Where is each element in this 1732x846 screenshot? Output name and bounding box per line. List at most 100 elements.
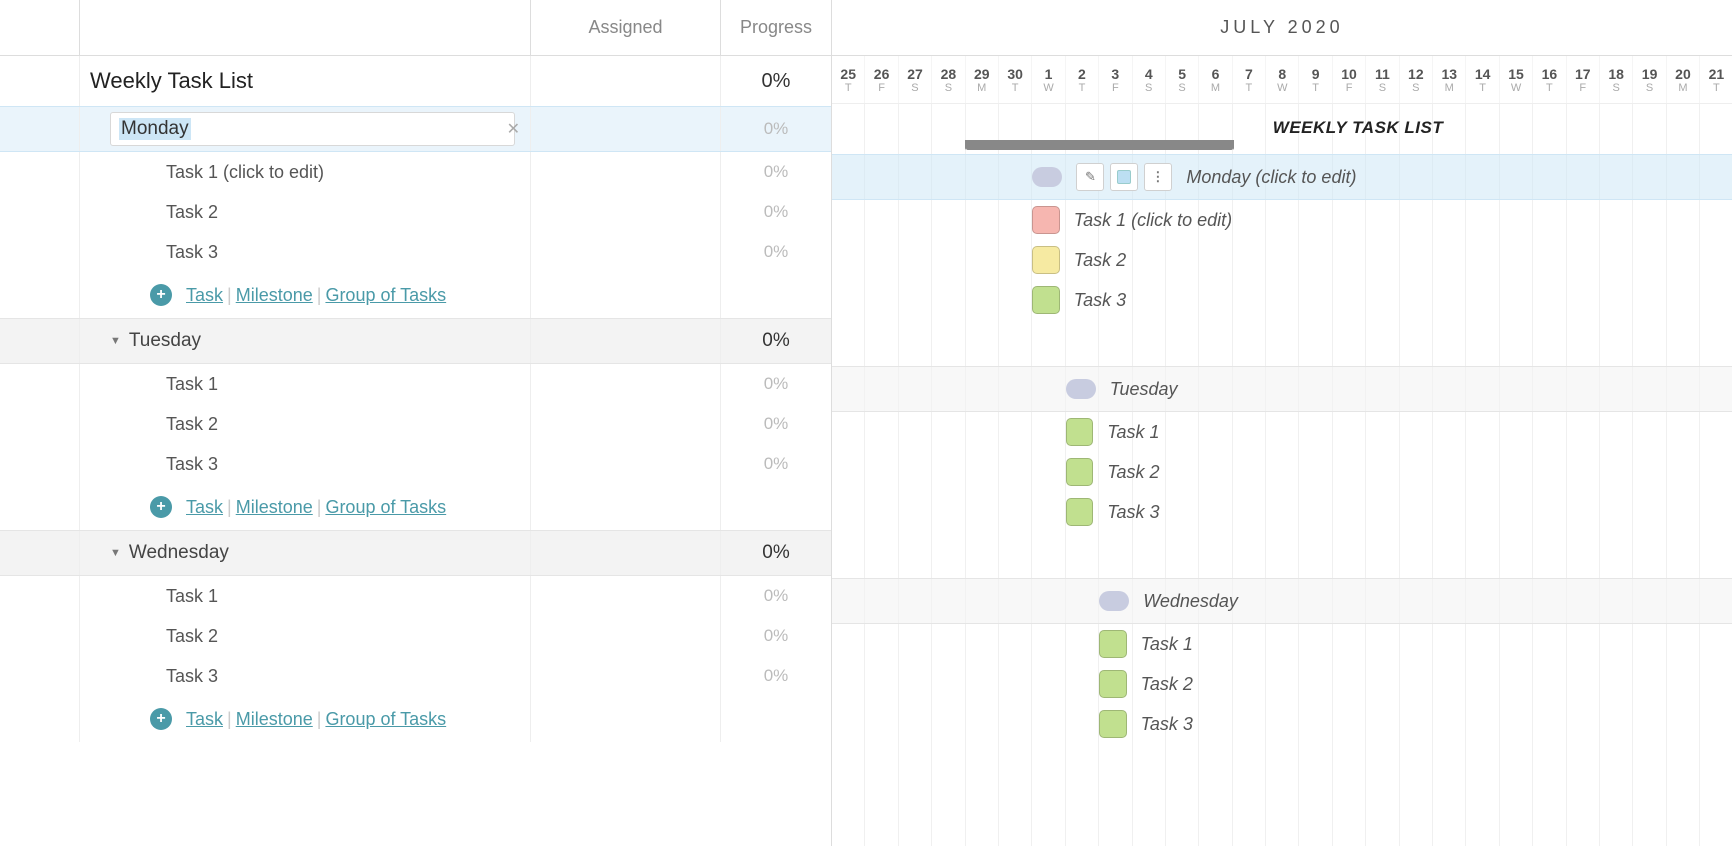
timeline-date-cell[interactable]: 25T bbox=[832, 56, 865, 103]
gantt-task-row[interactable]: Task 3 bbox=[832, 704, 1732, 744]
column-header-assigned[interactable]: Assigned bbox=[531, 0, 721, 55]
task-row[interactable]: Task 30% bbox=[0, 444, 831, 484]
pencil-icon[interactable]: ✎ bbox=[1076, 163, 1104, 191]
collapse-icon[interactable]: ▼ bbox=[110, 547, 121, 559]
task-progress: 0% bbox=[764, 374, 789, 394]
timeline-date-cell[interactable]: 3F bbox=[1099, 56, 1132, 103]
timeline-date-cell[interactable]: 14T bbox=[1466, 56, 1499, 103]
task-row[interactable]: Task 1 (click to edit)0% bbox=[0, 152, 831, 192]
plus-icon[interactable]: + bbox=[150, 708, 172, 730]
group-pill[interactable] bbox=[1032, 167, 1062, 187]
plus-icon[interactable]: + bbox=[150, 284, 172, 306]
timeline-date-cell[interactable]: 28S bbox=[932, 56, 965, 103]
task-progress: 0% bbox=[764, 162, 789, 182]
timeline-date-cell[interactable]: 19S bbox=[1633, 56, 1666, 103]
task-row[interactable]: Task 2 0% bbox=[0, 404, 831, 444]
timeline-date-cell[interactable]: 2T bbox=[1066, 56, 1099, 103]
timeline-date-cell[interactable]: 26F bbox=[865, 56, 898, 103]
timeline-date-cell[interactable]: 21T bbox=[1700, 56, 1732, 103]
gantt-task-row[interactable]: Task 1 (click to edit) bbox=[832, 200, 1732, 240]
group-pill[interactable] bbox=[1066, 379, 1096, 399]
timeline-date-cell[interactable]: 4S bbox=[1133, 56, 1166, 103]
plus-icon[interactable]: + bbox=[150, 496, 172, 518]
gantt-task-row[interactable]: Task 3 bbox=[832, 280, 1732, 320]
gantt-task-label: Task 3 bbox=[1107, 502, 1159, 523]
project-row[interactable]: Weekly Task List 0% bbox=[0, 56, 831, 106]
gantt-task-row[interactable]: Task 2 bbox=[832, 452, 1732, 492]
timeline-date-cell[interactable]: 7T bbox=[1233, 56, 1266, 103]
collapse-icon[interactable]: ▼ bbox=[110, 335, 121, 347]
gantt-task-row[interactable]: Task 1 bbox=[832, 624, 1732, 664]
gantt-bar[interactable] bbox=[1032, 206, 1059, 234]
more-icon[interactable]: ⋮ bbox=[1144, 163, 1172, 191]
add-milestone-link[interactable]: Milestone bbox=[236, 285, 313, 306]
timeline-date-cell[interactable]: 29M bbox=[966, 56, 999, 103]
group-row[interactable]: ▼Tuesday0% bbox=[0, 318, 831, 364]
task-name: Task 3 bbox=[166, 454, 218, 475]
gantt-bar[interactable] bbox=[1099, 710, 1126, 738]
task-row[interactable]: Task 30% bbox=[0, 656, 831, 696]
gantt-group-row[interactable]: ✎⋮Monday (click to edit) bbox=[832, 154, 1732, 200]
timeline-date-cell[interactable]: 20M bbox=[1667, 56, 1700, 103]
timeline-date-cell[interactable]: 27S bbox=[899, 56, 932, 103]
gantt-bar[interactable] bbox=[1099, 630, 1126, 658]
gantt-task-label: Task 3 bbox=[1141, 714, 1193, 735]
timeline-date-cell[interactable]: 11S bbox=[1366, 56, 1399, 103]
add-task-link[interactable]: Task bbox=[186, 497, 223, 518]
column-header-progress[interactable]: Progress bbox=[721, 0, 831, 55]
gantt-bar[interactable] bbox=[1066, 418, 1093, 446]
timeline-date-cell[interactable]: 18S bbox=[1600, 56, 1633, 103]
gantt-task-row[interactable]: Task 2 bbox=[832, 240, 1732, 280]
add-milestone-link[interactable]: Milestone bbox=[236, 497, 313, 518]
group-pill[interactable] bbox=[1099, 591, 1129, 611]
task-progress: 0% bbox=[764, 414, 789, 434]
gantt-task-row[interactable]: Task 3 bbox=[832, 492, 1732, 532]
add-group-link[interactable]: Group of Tasks bbox=[325, 285, 446, 306]
add-milestone-link[interactable]: Milestone bbox=[236, 709, 313, 730]
group-progress: 0% bbox=[762, 330, 789, 352]
timeline-date-cell[interactable]: 5S bbox=[1166, 56, 1199, 103]
timeline-date-cell[interactable]: 9T bbox=[1299, 56, 1332, 103]
task-progress: 0% bbox=[764, 242, 789, 262]
gantt-task-row[interactable]: Task 2 bbox=[832, 664, 1732, 704]
gantt-group-row[interactable]: Tuesday bbox=[832, 366, 1732, 412]
gantt-bar[interactable] bbox=[1066, 458, 1093, 486]
color-picker-icon[interactable] bbox=[1110, 163, 1138, 191]
add-group-link[interactable]: Group of Tasks bbox=[325, 709, 446, 730]
timeline-date-cell[interactable]: 17F bbox=[1567, 56, 1600, 103]
gantt-task-label: Task 1 bbox=[1107, 422, 1159, 443]
timeline-date-cell[interactable]: 15W bbox=[1500, 56, 1533, 103]
timeline-date-cell[interactable]: 13M bbox=[1433, 56, 1466, 103]
task-row[interactable]: Task 10% bbox=[0, 364, 831, 404]
task-name: Task 2 bbox=[166, 202, 218, 223]
timeline-date-cell[interactable]: 16T bbox=[1533, 56, 1566, 103]
task-row[interactable]: Task 20% bbox=[0, 616, 831, 656]
task-row[interactable]: Task 10% bbox=[0, 576, 831, 616]
gantt-bar[interactable] bbox=[1032, 286, 1059, 314]
gantt-project-row: WEEKLY TASK LIST bbox=[832, 104, 1732, 154]
timeline-date-cell[interactable]: 1W bbox=[1032, 56, 1065, 103]
timeline-date-cell[interactable]: 6M bbox=[1199, 56, 1232, 103]
gantt-task-row[interactable]: Task 1 bbox=[832, 412, 1732, 452]
clear-icon[interactable]: ✕ bbox=[507, 119, 520, 139]
group-row[interactable]: ▼Wednesday0% bbox=[0, 530, 831, 576]
task-progress: 0% bbox=[764, 586, 789, 606]
add-row: +Task | Milestone | Group of Tasks bbox=[0, 696, 831, 742]
add-task-link[interactable]: Task bbox=[186, 285, 223, 306]
gantt-bar[interactable] bbox=[1032, 246, 1059, 274]
group-row[interactable]: Monday✕0% bbox=[0, 106, 831, 152]
gantt-group-row[interactable]: Wednesday bbox=[832, 578, 1732, 624]
timeline-date-cell[interactable]: 12S bbox=[1400, 56, 1433, 103]
task-row[interactable]: Task 20% bbox=[0, 192, 831, 232]
add-task-link[interactable]: Task bbox=[186, 709, 223, 730]
timeline-date-cell[interactable]: 30T bbox=[999, 56, 1032, 103]
gantt-bar[interactable] bbox=[1066, 498, 1093, 526]
project-progress: 0% bbox=[762, 70, 791, 93]
timeline-date-cell[interactable]: 10F bbox=[1333, 56, 1366, 103]
timeline-date-cell[interactable]: 8W bbox=[1266, 56, 1299, 103]
task-name: Task 2 bbox=[166, 414, 218, 435]
add-group-link[interactable]: Group of Tasks bbox=[325, 497, 446, 518]
group-name-input[interactable]: Monday bbox=[110, 112, 515, 146]
task-row[interactable]: Task 30% bbox=[0, 232, 831, 272]
gantt-bar[interactable] bbox=[1099, 670, 1126, 698]
